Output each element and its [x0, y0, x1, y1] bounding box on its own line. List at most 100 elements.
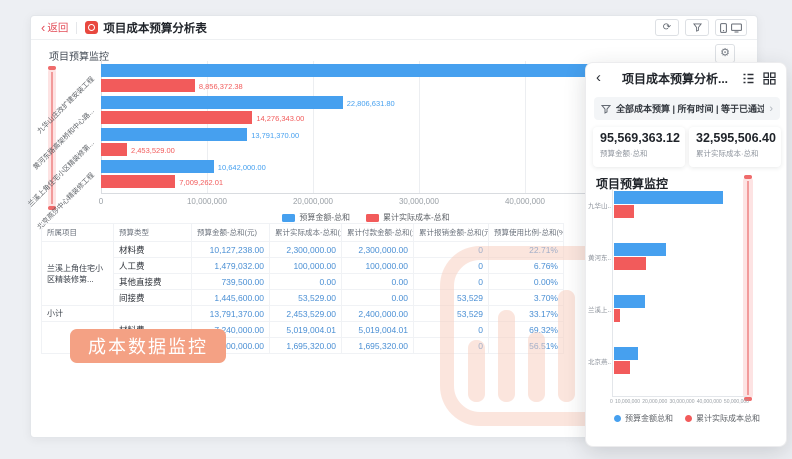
paid-cell: 0.00: [342, 274, 414, 290]
mobile-x-tick: 10,000,000: [615, 399, 640, 405]
legend-item[interactable]: 预算金额-总和: [282, 212, 350, 223]
paid-cell: 2,400,000.00: [342, 306, 414, 322]
bar-actual: [101, 143, 127, 156]
bar-budget: [101, 64, 613, 77]
ratio-cell: 69.32%: [489, 322, 564, 338]
legend-dot: [614, 415, 621, 422]
x-axis-tick: 20,000,000: [278, 197, 348, 206]
mobile-bar-budget: [614, 347, 638, 360]
table-header: 预算使用比例-总和(%): [489, 224, 564, 242]
legend-label: 预算金额总和: [625, 413, 673, 424]
claim-cell: 0: [414, 242, 489, 258]
legend-swatch: [282, 214, 295, 222]
legend-item[interactable]: 累计实际成本-总和: [366, 212, 450, 223]
bar-value-label: 13,791,370.00: [251, 131, 299, 140]
gridline: [419, 61, 420, 193]
ratio-cell: 0.00%: [489, 274, 564, 290]
type-cell: [114, 306, 192, 322]
ratio-cell: 6.76%: [489, 258, 564, 274]
mobile-x-tick: 30,000,000: [669, 399, 694, 405]
table-row: 其他直接费739,500.000.000.0000.00%: [42, 274, 564, 290]
mobile-category-label: 北京燕..: [588, 356, 613, 366]
paid-cell: 100,000.00: [342, 258, 414, 274]
mobile-datazoom-handle-top[interactable]: [744, 175, 752, 179]
actual-cell: 2,453,529.00: [270, 306, 342, 322]
x-axis-tick: 30,000,000: [384, 197, 454, 206]
x-axis-tick: 0: [66, 197, 136, 206]
x-axis-tick: 10,000,000: [172, 197, 242, 206]
budget-cell: 1,479,032.00: [192, 258, 270, 274]
mobile-x-tick: 0: [610, 399, 613, 405]
mobile-bar-budget: [614, 243, 666, 256]
mobile-x-tick: 40,000,000: [697, 399, 722, 405]
legend-label: 累计实际成本总和: [696, 413, 760, 424]
table-header: 累计报销金额-总和(元): [414, 224, 489, 242]
legend-label: 预算金额-总和: [299, 212, 350, 223]
mobile-bar-actual: [614, 361, 630, 374]
budget-cell: 10,127,238.00: [192, 242, 270, 258]
claim-cell: 0: [414, 322, 489, 338]
mobile-x-axis-ticks: 010,000,00020,000,00030,000,00040,000,00…: [610, 399, 749, 405]
table-header: 累计实际成本-总和(元): [270, 224, 342, 242]
type-cell: 人工费: [114, 258, 192, 274]
mobile-x-tick: 50,000,000: [724, 399, 749, 405]
mobile-bar-budget: [614, 295, 645, 308]
mobile-bar-budget: [614, 191, 723, 204]
bar-budget: [101, 160, 214, 173]
table-row: 兰溪上角住宅小区精装修第...材料费10,127,238.002,300,000…: [42, 242, 564, 258]
legend-dot: [685, 415, 692, 422]
actual-cell: 0.00: [270, 274, 342, 290]
claim-cell: 53,529: [414, 290, 489, 306]
mobile-bar-actual: [614, 257, 646, 270]
claim-cell: 0: [414, 338, 489, 354]
ratio-cell: 22.71%: [489, 242, 564, 258]
ratio-cell: 33.17%: [489, 306, 564, 322]
claim-cell: 0: [414, 258, 489, 274]
bar-value-label: 8,856,372.38: [199, 82, 243, 91]
actual-cell: 5,019,004.01: [270, 322, 342, 338]
table-header: 所属项目: [42, 224, 114, 242]
claim-cell: 0: [414, 274, 489, 290]
mobile-bar-actual: [614, 309, 620, 322]
bar-actual: [101, 111, 252, 124]
paid-cell: 1,695,320.00: [342, 338, 414, 354]
mobile-datazoom-track: [747, 181, 749, 395]
bar-value-label: 7,009,262.01: [179, 178, 223, 187]
bar-actual: [101, 79, 195, 92]
mobile-category-label: 兰溪上..: [588, 304, 613, 314]
claim-cell: 53,529: [414, 306, 489, 322]
paid-cell: 5,019,004.01: [342, 322, 414, 338]
x-axis-line: [612, 396, 747, 397]
table-row: 间接费1,445,600.0053,529.000.0053,5293.70%: [42, 290, 564, 306]
ratio-cell: 3.70%: [489, 290, 564, 306]
gridline: [207, 61, 208, 193]
bar-value-label: 22,806,631.80: [347, 99, 395, 108]
budget-cell: 13,791,370.00: [192, 306, 270, 322]
mobile-category-label: 黄河东..: [588, 252, 613, 262]
actual-cell: 2,300,000.00: [270, 242, 342, 258]
paid-cell: 0.00: [342, 290, 414, 306]
table-header: 预算类型: [114, 224, 192, 242]
table-row: 小计13,791,370.002,453,529.002,400,000.005…: [42, 306, 564, 322]
ratio-cell: 56.51%: [489, 338, 564, 354]
bar-actual: [101, 175, 175, 188]
gridline: [313, 61, 314, 193]
gridline: [525, 61, 526, 193]
legend-label: 累计实际成本-总和: [383, 212, 450, 223]
x-axis-tick: 40,000,000: [490, 197, 560, 206]
mobile-legend-item[interactable]: 累计实际成本总和: [685, 413, 760, 424]
mobile-datazoom-slider[interactable]: [743, 177, 753, 399]
mobile-bar-actual: [614, 205, 634, 218]
legend-swatch: [366, 214, 379, 222]
budget-cell: 1,445,600.00: [192, 290, 270, 306]
status-badge: 成本数据监控: [70, 329, 226, 363]
mobile-legend-item[interactable]: 预算金额总和: [614, 413, 673, 424]
table-header: 累计付款金额-总和(元): [342, 224, 414, 242]
datazoom-handle-top[interactable]: [48, 66, 56, 70]
bar-value-label: 2,453,529.00: [131, 146, 175, 155]
table-row: 人工费1,479,032.00100,000.00100,000.0006.76…: [42, 258, 564, 274]
bar-budget: [101, 96, 343, 109]
type-cell: 间接费: [114, 290, 192, 306]
mobile-bar-chart: 九华山..黄河东..兰溪上..北京燕..010,000,00020,000,00…: [586, 63, 788, 448]
actual-cell: 53,529.00: [270, 290, 342, 306]
